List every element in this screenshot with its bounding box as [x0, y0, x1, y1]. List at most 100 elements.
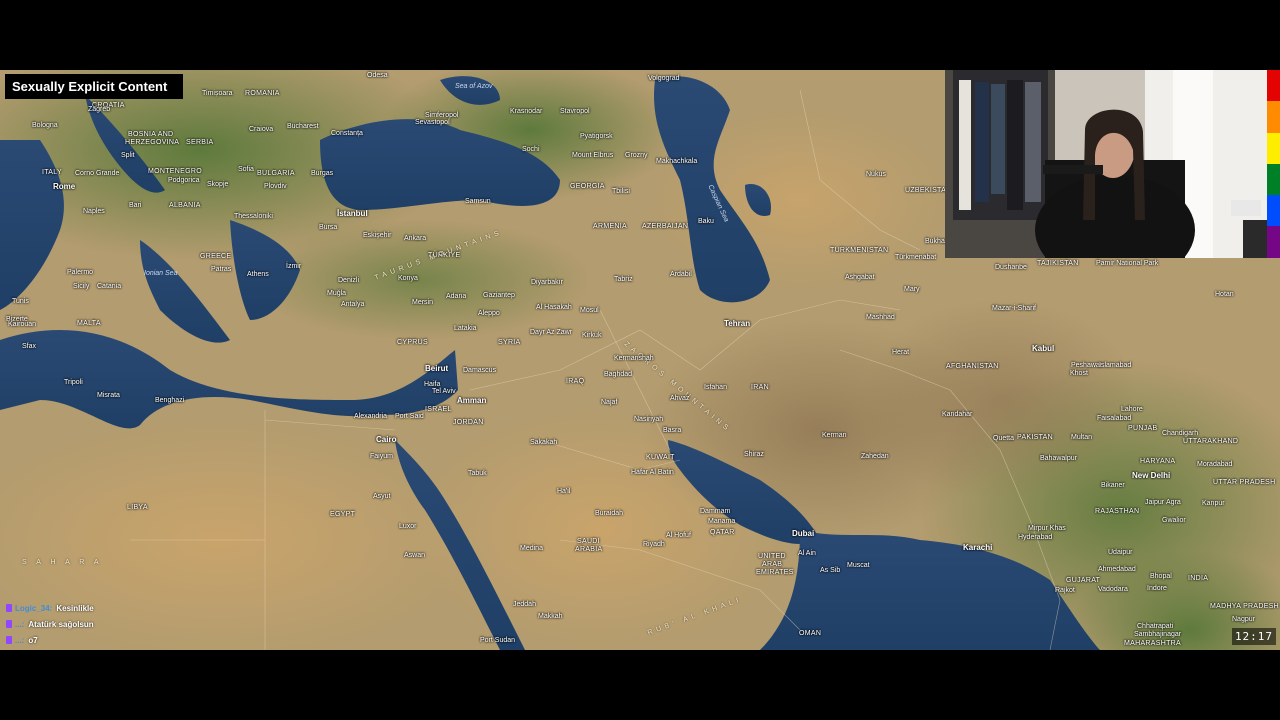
map-label-city: Muscat	[847, 562, 870, 569]
map-label-city: Grozny	[625, 152, 648, 159]
map-label-city: Agra	[1166, 499, 1181, 506]
map-label-country: TAJIKISTAN	[1037, 260, 1079, 267]
map-label-country: ARMENIA	[593, 223, 627, 230]
map-label-city: Vadodara	[1098, 586, 1128, 593]
map-label-city: Mersin	[412, 299, 434, 306]
map-label-city: Sambhajinagar	[1134, 631, 1182, 638]
map-label-city: Eskişehir	[363, 232, 392, 239]
map-label-city: Dushanbe	[995, 264, 1027, 271]
map-label-city: Konya	[398, 275, 418, 282]
map-label-city: Naples	[83, 208, 105, 215]
map-label-city: Nukus	[866, 171, 886, 178]
map-label-city: Al Hasakah	[536, 304, 572, 311]
map-label-country: MAHARASHTRA	[1124, 640, 1181, 647]
map-label-city: Kirkuk	[582, 332, 602, 339]
map-label-city: Timișoara	[202, 90, 233, 97]
pride-stripe	[1267, 226, 1280, 258]
map-label-city: Zahedan	[861, 453, 889, 460]
chat-message: ...: o7	[6, 632, 206, 648]
map-label-city: Bucharest	[287, 123, 319, 130]
map-label-city: Tbilisi	[612, 188, 630, 195]
subscriber-badge-icon	[6, 620, 12, 628]
map-label-country: RAJASTHAN	[1095, 508, 1140, 515]
map-label-city: Indore	[1147, 585, 1167, 592]
map-label-city: Bologna	[32, 122, 58, 129]
map-label-city: Krasnodar	[510, 108, 543, 115]
map-label-city: İstanbul	[337, 209, 368, 218]
map-label-city: Tabriz	[614, 276, 633, 283]
map-label-city: Alexandria	[354, 413, 388, 420]
map-label-city: Türkmenabat	[895, 254, 937, 261]
map-label-country: ITALY	[42, 169, 62, 176]
map-label-city: Rome	[53, 182, 76, 191]
map-label-city: Diyarbakır	[531, 279, 563, 286]
map-label-city: Sevastopol	[415, 119, 450, 126]
map-label-city: Craiova	[249, 126, 274, 133]
map-label-city: Adana	[446, 293, 467, 300]
map-label-country: GUJARAT	[1066, 577, 1101, 584]
map-label-country: ALBANIA	[169, 202, 201, 209]
map-label-city: Hafar Al Batin	[631, 469, 674, 476]
map-label-city: Odesa	[367, 72, 388, 79]
map-label-city: Kerman	[822, 432, 847, 439]
map-label-city: Bhopal	[1150, 573, 1172, 580]
map-label-sea: Ionian Sea	[144, 270, 178, 277]
map-label-city: Damascus	[463, 367, 497, 374]
pride-stripe	[1267, 195, 1280, 227]
map-label-city: Buraidah	[595, 510, 624, 517]
map-label-city: Zagreb	[88, 106, 111, 113]
map-label-city: Tripoli	[64, 379, 83, 386]
map-label-city: Gwalior	[1162, 517, 1186, 524]
chat-username[interactable]: ...:	[15, 620, 24, 629]
map-label-city: Shiraz	[744, 451, 764, 458]
map-label-city: Dubai	[792, 529, 815, 538]
map-label-country: UTTAR PRADESH	[1213, 479, 1276, 486]
map-label-city: Ahvaz	[670, 395, 690, 402]
map-label-city: Sicily	[73, 283, 90, 290]
map-label-city: Tabuk	[468, 470, 487, 477]
map-label-city: Kermanshah	[614, 355, 654, 362]
pride-flag-bar	[1267, 70, 1280, 258]
map-label-city: Beirut	[425, 364, 449, 373]
chat-username[interactable]: ...:	[15, 636, 24, 645]
pride-stripe	[1267, 132, 1280, 164]
chat-overlay: Logic_34: Kesinlikle ...: Atatürk sağols…	[6, 600, 206, 648]
map-label-sea: Sea of Azov	[455, 83, 493, 90]
map-label-country: ARAB	[762, 561, 783, 568]
map-label-city: Quetta	[993, 435, 1015, 442]
map-label-city: Palermo	[67, 269, 94, 276]
map-label-country: UTTARAKHAND	[1183, 438, 1239, 445]
map-label-city: Sofia	[238, 166, 254, 173]
map-label-city: Sochi	[522, 146, 540, 153]
map-label-city: Latakia	[454, 325, 477, 332]
map-label-country: BOSNIA AND	[128, 131, 174, 138]
map-label-city: Dayr Az Zawr	[530, 329, 573, 336]
map-label-city: Mirpur Khas	[1028, 525, 1066, 532]
map-label-city: Volgograd	[648, 75, 680, 82]
chat-username[interactable]: Logic_34:	[15, 604, 52, 613]
map-label-country: PAKISTAN	[1017, 434, 1053, 441]
map-label-city: Tunis	[12, 298, 29, 305]
map-label-city: Stavropol	[560, 108, 590, 115]
map-label-city: Nagpur	[1232, 616, 1255, 623]
map-label-country: LIBYA	[127, 504, 148, 511]
map-label-country: JORDAN	[453, 419, 484, 426]
map-label-city: Herat	[892, 349, 910, 356]
map-label-city: Misrata	[97, 392, 120, 399]
map-label-city: Bahawalpur	[1040, 455, 1077, 462]
map-label-city: Khost	[1070, 370, 1088, 377]
map-label-city: Kandahar	[942, 411, 973, 418]
map-label-city: Athens	[247, 271, 269, 278]
map-label-country: ROMANIA	[245, 90, 280, 97]
webcam-feed	[945, 70, 1267, 258]
map-label-city: Gaziantep	[483, 292, 515, 299]
map-label-country: TURKMENISTAN	[830, 247, 889, 254]
chat-message: ...: Atatürk sağolsun	[6, 616, 206, 632]
pride-stripe	[1267, 101, 1280, 133]
map-label-city: Kabul	[1032, 344, 1055, 353]
map-label-city: Mount Elbrus	[572, 152, 614, 159]
map-label-city: Peshawar	[1071, 362, 1103, 369]
map-label-country: MONTENEGRO	[148, 168, 202, 175]
map-label-city: Makhachkala	[656, 158, 698, 165]
map-label-city: Port Said	[395, 413, 424, 420]
